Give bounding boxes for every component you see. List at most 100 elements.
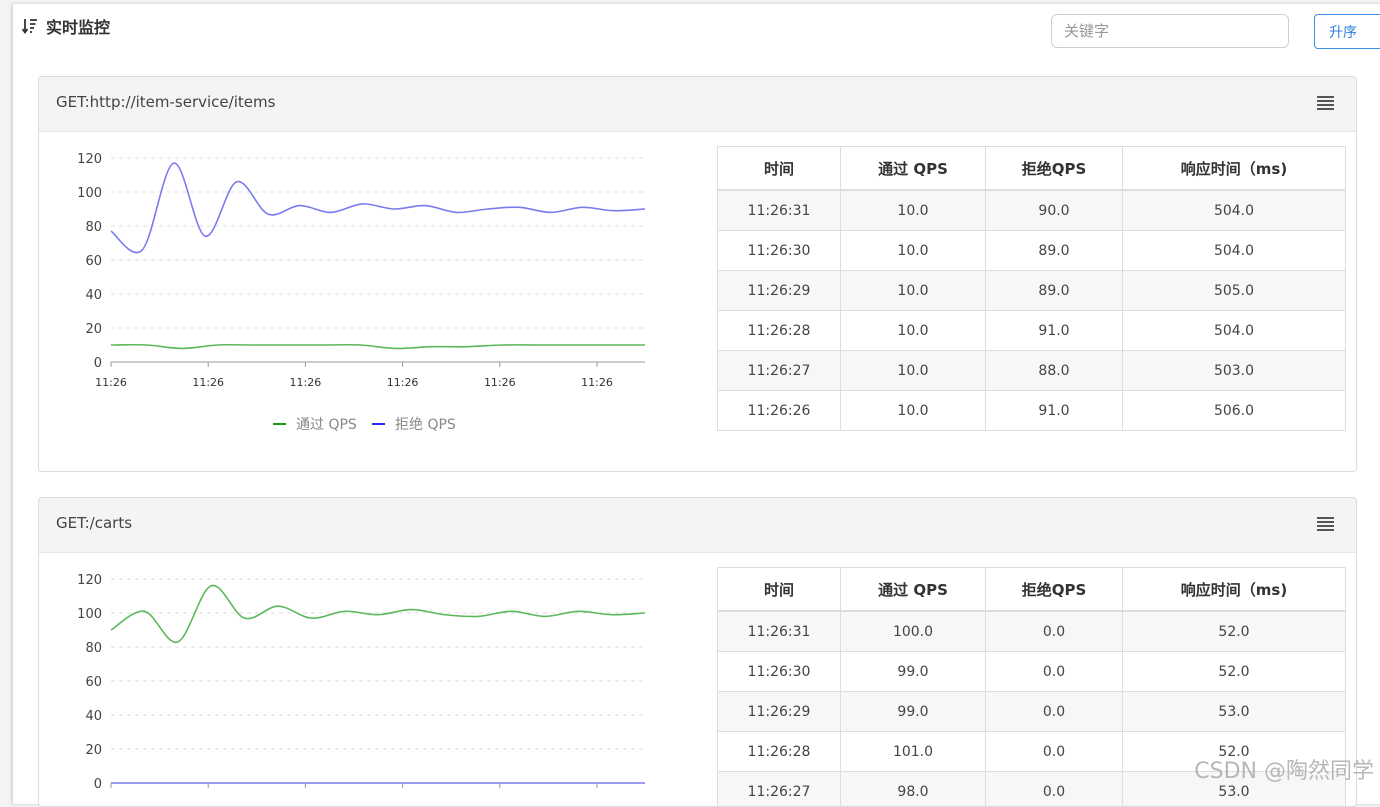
y-tick-label: 60 [85,675,102,690]
cell-time: 11:26:29 [718,271,841,311]
cell-reject-qps: 0.0 [986,772,1123,807]
cell-response-time: 52.0 [1123,652,1346,692]
table-row: 11:26:27 10.0 88.0 503.0 [718,351,1346,391]
table-row: 11:26:29 99.0 0.0 53.0 [718,692,1346,732]
cell-response-time: 504.0 [1123,190,1346,231]
cell-reject-qps: 0.0 [986,732,1123,772]
cell-reject-qps: 91.0 [986,311,1123,351]
legend-label[interactable]: 拒绝 QPS [395,417,456,433]
table-row: 11:26:26 10.0 91.0 506.0 [718,391,1346,431]
y-tick-label: 40 [85,709,102,724]
cell-pass-qps: 99.0 [841,652,986,692]
y-tick-label: 40 [85,288,102,303]
column-header-reject-qps: 拒绝QPS [986,568,1123,612]
cell-response-time: 504.0 [1123,231,1346,271]
qps-data-table: 时间 通过 QPS 拒绝QPS 响应时间（ms) 11:26:31 10.0 9… [717,146,1346,431]
column-header-response-time: 响应时间（ms) [1123,147,1346,191]
watermark: CSDN @陶然同学 [1194,753,1374,785]
cell-reject-qps: 88.0 [986,351,1123,391]
cell-response-time: 52.0 [1123,611,1346,652]
legend-label[interactable]: 通过 QPS [296,417,357,433]
x-tick-label: 11:26 [192,376,224,389]
panel-title: GET:http://item-service/items [56,93,275,111]
cell-reject-qps: 89.0 [986,231,1123,271]
series-line [111,163,645,253]
cell-pass-qps: 10.0 [841,231,986,271]
cell-reject-qps: 0.0 [986,692,1123,732]
column-header-reject-qps: 拒绝QPS [986,147,1123,191]
cell-reject-qps: 90.0 [986,190,1123,231]
cell-time: 11:26:30 [718,231,841,271]
cell-response-time: 505.0 [1123,271,1346,311]
x-tick-label: 11:26 [290,376,322,389]
cell-time: 11:26:27 [718,772,841,807]
x-tick-label: 11:26 [387,376,419,389]
table-header-row: 时间 通过 QPS 拒绝QPS 响应时间（ms) [718,568,1346,612]
x-tick-label: 11:26 [484,376,516,389]
cell-time: 11:26:31 [718,611,841,652]
cell-reject-qps: 0.0 [986,652,1123,692]
cell-reject-qps: 89.0 [986,271,1123,311]
y-tick-label: 0 [94,777,102,792]
cell-time: 11:26:29 [718,692,841,732]
cell-pass-qps: 10.0 [841,271,986,311]
cell-time: 11:26:28 [718,311,841,351]
y-tick-label: 20 [85,743,102,758]
cell-pass-qps: 98.0 [841,772,986,807]
cell-response-time: 53.0 [1123,692,1346,732]
cell-response-time: 506.0 [1123,391,1346,431]
sort-desc-icon [22,18,38,34]
table-header-row: 时间 通过 QPS 拒绝QPS 响应时间（ms) [718,147,1346,191]
y-tick-label: 120 [77,573,102,588]
series-line [111,585,645,642]
cell-pass-qps: 99.0 [841,692,986,732]
page-title-text: 实时监控 [46,14,110,38]
cell-time: 11:26:27 [718,351,841,391]
y-tick-label: 100 [77,607,102,622]
column-header-response-time: 响应时间（ms) [1123,568,1346,612]
cell-time: 11:26:31 [718,190,841,231]
y-tick-label: 80 [85,641,102,656]
cell-pass-qps: 10.0 [841,351,986,391]
monitor-panel-carts: GET:/carts 0 20 40 60 80 100 120 时间 通过 QPS 拒绝Q… [38,497,1357,807]
table-row: 11:26:30 99.0 0.0 52.0 [718,652,1346,692]
cell-time: 11:26:28 [718,732,841,772]
cell-pass-qps: 10.0 [841,311,986,351]
cell-pass-qps: 10.0 [841,190,986,231]
y-tick-label: 80 [85,220,102,235]
table-row: 11:26:31 10.0 90.0 504.0 [718,190,1346,231]
cell-response-time: 503.0 [1123,351,1346,391]
column-header-time: 时间 [718,568,841,612]
sort-ascending-button[interactable]: 升序 [1314,14,1380,49]
keyword-search-input[interactable] [1051,14,1289,48]
y-tick-label: 100 [77,186,102,201]
qps-line-chart: 0 20 40 60 80 100 120 11:26 11:26 11:26 11:26 11:26… [39,132,699,467]
cell-time: 11:26:30 [718,652,841,692]
monitor-panel-items: GET:http://item-service/items 0 20 40 60 80 1… [38,76,1357,472]
table-row: 11:26:30 10.0 89.0 504.0 [718,231,1346,271]
column-header-pass-qps: 通过 QPS [841,147,986,191]
list-icon[interactable] [1317,517,1334,531]
column-header-pass-qps: 通过 QPS [841,568,986,612]
cell-reject-qps: 91.0 [986,391,1123,431]
panel-header: GET:/carts [39,498,1356,553]
panel-header: GET:http://item-service/items [39,77,1356,132]
column-header-time: 时间 [718,147,841,191]
page-title: 实时监控 [22,14,110,38]
cell-reject-qps: 0.0 [986,611,1123,652]
series-line [111,345,645,349]
list-icon[interactable] [1317,96,1334,110]
panel-title: GET:/carts [56,514,132,532]
table-row: 11:26:31 100.0 0.0 52.0 [718,611,1346,652]
x-tick-label: 11:26 [95,376,127,389]
y-tick-label: 120 [77,152,102,167]
cell-pass-qps: 10.0 [841,391,986,431]
y-tick-label: 20 [85,322,102,337]
x-tick-label: 11:26 [581,376,613,389]
y-tick-label: 60 [85,254,102,269]
table-row: 11:26:28 10.0 91.0 504.0 [718,311,1346,351]
cell-pass-qps: 100.0 [841,611,986,652]
qps-line-chart: 0 20 40 60 80 100 120 [39,553,699,807]
table-row: 11:26:29 10.0 89.0 505.0 [718,271,1346,311]
y-tick-label: 0 [94,356,102,371]
